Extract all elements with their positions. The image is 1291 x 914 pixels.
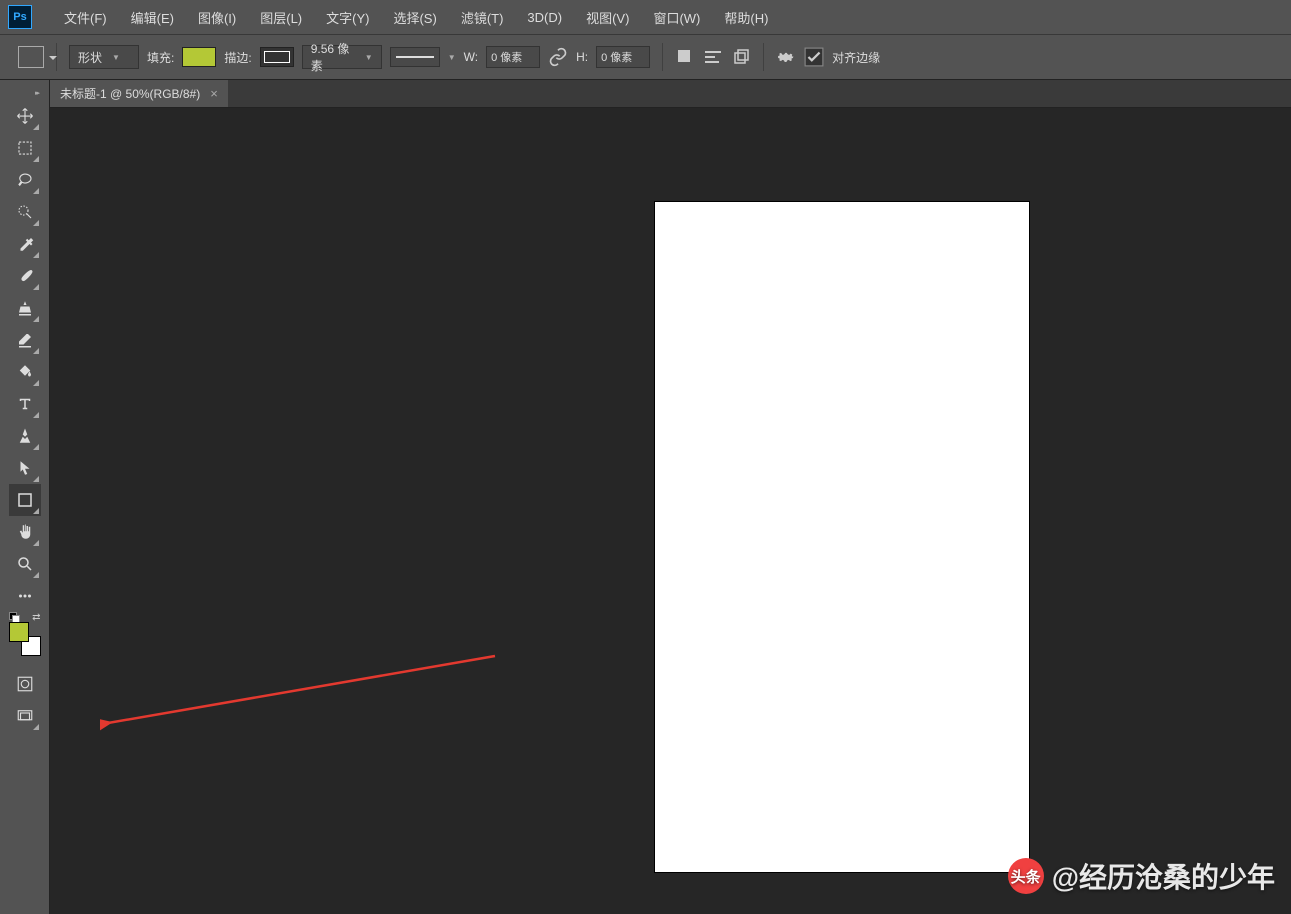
brush-tool[interactable] (9, 260, 41, 292)
pen-tool[interactable] (9, 420, 41, 452)
fill-color-swatch[interactable] (182, 47, 216, 67)
document-area: 未标题-1 @ 50%(RGB/8#) × (50, 80, 1291, 914)
menu-type[interactable]: 文字(Y) (314, 8, 381, 27)
app-logo: Ps (8, 5, 32, 29)
default-colors-icon[interactable] (9, 612, 19, 622)
gear-icon[interactable] (776, 47, 796, 67)
height-label: H: (576, 50, 588, 64)
menu-select[interactable]: 选择(S) (381, 8, 448, 27)
move-tool[interactable] (9, 100, 41, 132)
edit-toolbar-button[interactable] (9, 580, 41, 612)
shape-mode-dropdown[interactable]: 形状 ▼ (69, 45, 139, 69)
chevron-down-icon: ▼ (365, 53, 373, 62)
width-label: W: (464, 50, 478, 64)
document-tab-title: 未标题-1 @ 50%(RGB/8#) (60, 85, 200, 102)
menu-bar: Ps 文件(F) 编辑(E) 图像(I) 图层(L) 文字(Y) 选择(S) 滤… (0, 0, 1291, 34)
quick-selection-tool[interactable] (9, 196, 41, 228)
align-edges-checkbox[interactable] (804, 47, 824, 67)
tool-preset-picker[interactable] (18, 46, 44, 68)
path-arrangement-icon[interactable] (731, 47, 751, 67)
lasso-tool[interactable] (9, 164, 41, 196)
stroke-width-value: 9.56 像素 (311, 40, 355, 74)
stroke-label: 描边: (224, 49, 251, 66)
menu-3d[interactable]: 3D(D) (515, 10, 574, 25)
eraser-tool[interactable] (9, 324, 41, 356)
zoom-tool[interactable] (9, 548, 41, 580)
type-tool[interactable] (9, 388, 41, 420)
menu-window[interactable]: 窗口(W) (641, 8, 712, 27)
canvas[interactable] (655, 202, 1029, 872)
menu-layer[interactable]: 图层(L) (248, 8, 314, 27)
align-edges-label: 对齐边缘 (832, 49, 880, 66)
paint-bucket-tool[interactable] (9, 356, 41, 388)
shape-mode-value: 形状 (78, 49, 102, 66)
watermark-icon: 头条 (1008, 858, 1044, 894)
rectangular-marquee-tool[interactable] (9, 132, 41, 164)
quick-mask-tool[interactable] (9, 668, 41, 700)
chevron-down-icon: ▼ (448, 53, 456, 62)
separator (763, 43, 764, 71)
menu-image[interactable]: 图像(I) (186, 8, 248, 27)
close-tab-icon[interactable]: × (210, 86, 218, 101)
path-selection-tool[interactable] (9, 452, 41, 484)
fill-label: 填充: (147, 49, 174, 66)
menu-filter[interactable]: 滤镜(T) (449, 8, 516, 27)
canvas-viewport[interactable] (50, 108, 1291, 914)
menu-edit[interactable]: 编辑(E) (119, 8, 186, 27)
stroke-width-input[interactable]: 9.56 像素 ▼ (302, 45, 382, 69)
stroke-color-swatch[interactable] (260, 47, 294, 67)
menu-file[interactable]: 文件(F) (52, 8, 119, 27)
screen-mode-tool[interactable] (9, 700, 41, 732)
tools-panel: ⇄ (0, 80, 50, 914)
separator (662, 43, 663, 71)
annotation-arrow (100, 648, 500, 748)
clone-stamp-tool[interactable] (9, 292, 41, 324)
watermark: 头条 @经历沧桑的少年 (1008, 856, 1275, 896)
path-operations-icon[interactable] (675, 47, 695, 67)
height-input[interactable] (596, 46, 650, 68)
chevron-down-icon: ▼ (112, 53, 120, 62)
hand-tool[interactable] (9, 516, 41, 548)
rectangle-tool[interactable] (9, 484, 41, 516)
stroke-type-dropdown[interactable] (390, 47, 440, 67)
path-alignment-icon[interactable] (703, 47, 723, 67)
color-picker[interactable]: ⇄ (9, 622, 41, 656)
menu-help[interactable]: 帮助(H) (712, 8, 780, 27)
eyedropper-tool[interactable] (9, 228, 41, 260)
document-tab[interactable]: 未标题-1 @ 50%(RGB/8#) × (50, 80, 228, 107)
foreground-color[interactable] (9, 622, 29, 642)
options-bar: 形状 ▼ 填充: 描边: 9.56 像素 ▼ ▼ W: H: 对齐边缘 (0, 34, 1291, 80)
watermark-text: @经历沧桑的少年 (1052, 856, 1275, 896)
link-icon[interactable] (548, 47, 568, 67)
expand-panel-icon[interactable] (35, 82, 45, 96)
document-tab-bar: 未标题-1 @ 50%(RGB/8#) × (50, 80, 1291, 108)
menu-view[interactable]: 视图(V) (574, 8, 641, 27)
width-input[interactable] (486, 46, 540, 68)
swap-colors-icon[interactable]: ⇄ (32, 612, 40, 623)
